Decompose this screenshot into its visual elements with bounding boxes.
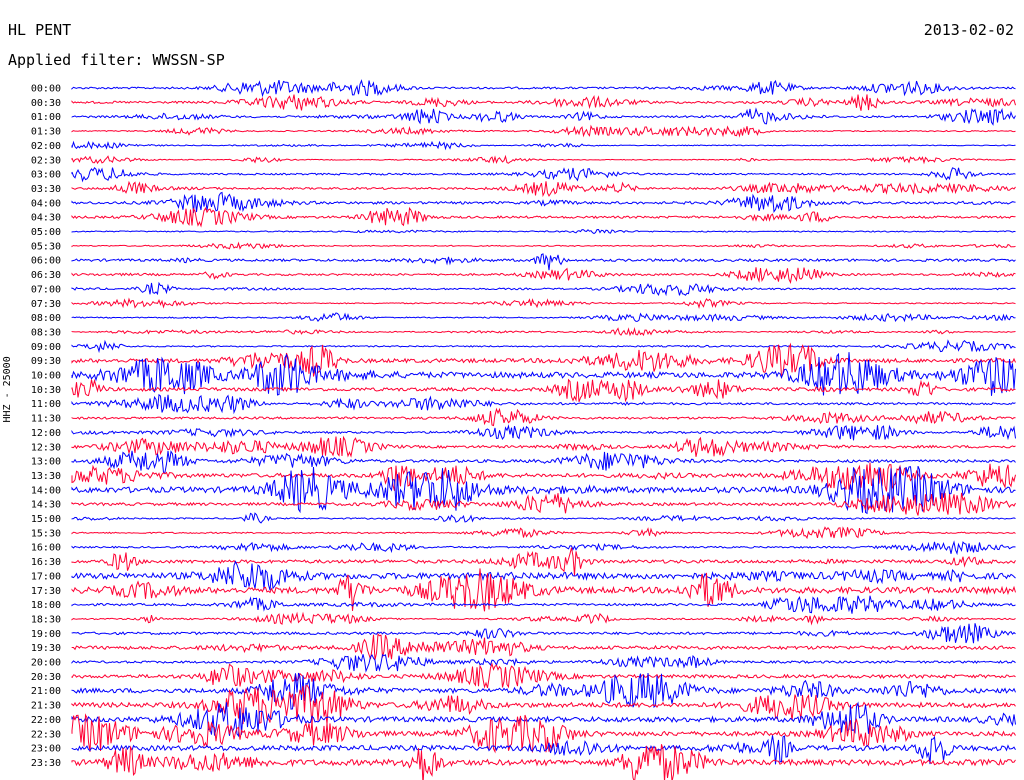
- time-label: 00:30: [31, 98, 61, 109]
- time-label: 02:30: [31, 155, 61, 166]
- time-label: 20:00: [31, 658, 61, 669]
- trace-line: [71, 297, 1016, 309]
- trace-line: [71, 327, 1016, 337]
- trace-line: [71, 339, 1016, 354]
- time-label: 04:00: [31, 198, 61, 209]
- trace-line: [71, 253, 1016, 271]
- channel-axis-label-text: HHZ - 25000: [2, 356, 13, 423]
- trace-line: [71, 154, 1016, 165]
- trace-line: [71, 654, 1016, 673]
- trace-group: [71, 79, 1016, 780]
- time-label: 04:30: [31, 213, 61, 224]
- trace-line: [71, 623, 1016, 644]
- time-label: 15:00: [31, 514, 61, 525]
- date-label: 2013-02-02: [923, 21, 1014, 39]
- time-label: 13:30: [31, 471, 61, 482]
- trace-line: [71, 281, 1016, 297]
- time-label: 07:00: [31, 284, 61, 295]
- trace-line: [71, 595, 1016, 614]
- time-label: 20:30: [31, 672, 61, 683]
- time-label: 19:00: [31, 629, 61, 640]
- time-label: 02:00: [31, 141, 61, 152]
- time-label: 03:00: [31, 170, 61, 181]
- time-label-group: 00:00 00:30 01:00 01:30 02:00 02:30 03:00 03:30…: [31, 84, 61, 769]
- trace-line: [71, 611, 1016, 626]
- time-label: 06:30: [31, 270, 61, 281]
- trace-line: [71, 701, 1016, 738]
- time-label: 09:30: [31, 356, 61, 367]
- time-label: 14:00: [31, 485, 61, 496]
- trace-line: [71, 191, 1016, 213]
- trace-line: [71, 312, 1016, 323]
- time-label: 08:00: [31, 313, 61, 324]
- time-label: 05:00: [31, 227, 61, 238]
- trace-line: [71, 393, 1016, 415]
- time-label: 01:00: [31, 112, 61, 123]
- trace-line: [71, 352, 1016, 396]
- time-label: 16:30: [31, 557, 61, 568]
- time-label: 08:30: [31, 327, 61, 338]
- helicorder-plot: 00:00 00:30 01:00 01:30 02:00 02:30 03:00 03:30…: [31, 79, 1016, 780]
- time-label: 09:00: [31, 342, 61, 353]
- time-label: 01:30: [31, 127, 61, 138]
- trace-line: [71, 526, 1016, 540]
- trace-line: [71, 424, 1016, 441]
- trace-line: [71, 79, 1016, 98]
- time-label: 17:00: [31, 571, 61, 582]
- time-label: 19:30: [31, 643, 61, 654]
- trace-line: [71, 512, 1016, 524]
- trace-line: [71, 124, 1016, 138]
- trace-line: [71, 94, 1016, 111]
- time-label: 22:00: [31, 715, 61, 726]
- time-label: 14:30: [31, 500, 61, 511]
- filter-label: Applied filter: WWSSN-SP: [8, 51, 225, 69]
- trace-line: [71, 166, 1016, 183]
- time-label: 16:00: [31, 543, 61, 554]
- trace-line: [71, 107, 1016, 126]
- time-label: 12:30: [31, 442, 61, 453]
- time-label: 12:00: [31, 428, 61, 439]
- time-label: 21:00: [31, 686, 61, 697]
- time-label: 03:30: [31, 184, 61, 195]
- trace-line: [71, 435, 1016, 458]
- trace-line: [71, 228, 1016, 235]
- station-title: HL PENT: [8, 21, 72, 39]
- trace-line: [71, 241, 1016, 250]
- trace-line: [71, 407, 1016, 427]
- time-label: 18:00: [31, 600, 61, 611]
- trace-line: [71, 540, 1016, 556]
- time-label: 00:00: [31, 84, 61, 95]
- time-label: 13:00: [31, 457, 61, 468]
- time-label: 23:30: [31, 758, 61, 769]
- trace-line: [71, 140, 1016, 151]
- time-label: 18:30: [31, 614, 61, 625]
- time-label: 22:30: [31, 729, 61, 740]
- time-label: 21:30: [31, 701, 61, 712]
- time-label: 06:00: [31, 256, 61, 267]
- time-label: 05:30: [31, 241, 61, 252]
- trace-line: [71, 180, 1016, 198]
- trace-line: [71, 633, 1016, 660]
- time-label: 17:30: [31, 586, 61, 597]
- trace-line: [71, 267, 1016, 284]
- time-label: 10:00: [31, 371, 61, 382]
- time-label: 23:00: [31, 744, 61, 755]
- time-label: 15:30: [31, 528, 61, 539]
- time-label: 07:30: [31, 299, 61, 310]
- trace-line: [71, 662, 1016, 689]
- time-label: 11:00: [31, 399, 61, 410]
- trace-line: [71, 206, 1016, 228]
- time-label: 10:30: [31, 385, 61, 396]
- time-label: 11:30: [31, 414, 61, 425]
